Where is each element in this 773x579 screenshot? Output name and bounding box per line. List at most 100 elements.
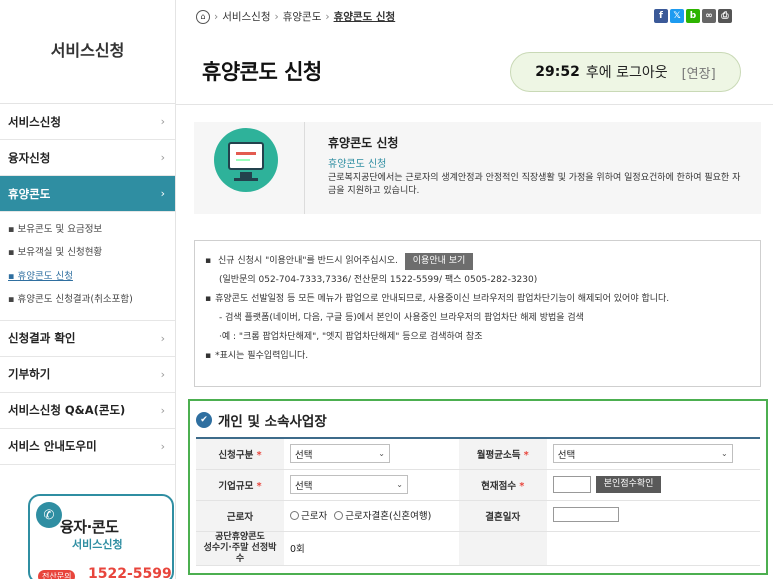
score-check-button[interactable]: 본인점수확인	[595, 476, 662, 493]
field-cell	[546, 531, 760, 566]
field-label: 공단휴양콘도 성수기·주말 선정박수	[196, 531, 284, 566]
field-cell: 선택 ⌄	[284, 438, 459, 470]
notice-line: ·예 : "크롬 팝업차단해제", "엣지 팝업차단해제" 등으로 검색하여 참…	[219, 332, 483, 342]
service-banner[interactable]: ✆ 융자·콘도 서비스신청 전산문의 1522-5599	[28, 494, 174, 579]
chevron-right-icon: ›	[160, 115, 165, 128]
sidebar-item-result-check[interactable]: 신청결과 확인 ›	[0, 321, 175, 357]
field-label: 근로자	[196, 500, 284, 532]
notice-line: 신규 신청시 "이용안내"를 반드시 읽어주십시오. 이용안내 보기	[205, 252, 750, 271]
notice-text: 휴양콘도 선발일정 등 모든 메뉴가 팝업으로 안내되므로, 사용중이신 브라우…	[215, 294, 670, 304]
notice-line: 휴양콘도 선발일정 등 모든 메뉴가 팝업으로 안내되므로, 사용중이신 브라우…	[205, 290, 750, 309]
intro-description: 근로복지공단에서는 근로자의 생계안정과 안정적인 직장생활 및 가정을 위하여…	[328, 173, 741, 196]
sidebar-item-label: 서비스 안내도우미	[8, 439, 97, 454]
logout-timer: 29:52 후에 로그아웃 [연장]	[510, 52, 741, 92]
field-cell: 근로자 근로자결혼(신혼여행)	[284, 500, 459, 532]
phone-icon: ✆	[36, 502, 62, 528]
title-divider	[176, 104, 773, 105]
sidebar-item-label: 신청결과 확인	[8, 331, 76, 346]
breadcrumb-separator: ›	[325, 10, 330, 23]
chevron-down-icon: ⌄	[378, 449, 385, 459]
sidebar-item-label: 융자신청	[8, 150, 51, 165]
submenu-item-condo-apply[interactable]: ▪ 휴양콘도 신청	[0, 267, 175, 290]
sidebar: 서비스신청 서비스신청 › 융자신청 › 휴양콘도 › ▪ 보유콘도 및 요금정…	[0, 0, 176, 579]
banner-subtitle: 서비스신청	[72, 538, 123, 551]
intro-subheading: 휴양콘도 신청	[328, 159, 387, 170]
notice-contact: (일반문의 052-704-7333,7336/ 전산문의 1522-5599/…	[219, 275, 538, 285]
submenu-label: 휴양콘도 신청결과(취소포함)	[17, 294, 133, 306]
chevron-down-icon[interactable]: ✔	[196, 412, 212, 428]
table-row: 근로자 근로자 근로자결혼(신혼여행) 결혼일자	[196, 500, 760, 532]
chevron-right-icon: ›	[160, 439, 165, 453]
chevron-down-icon: ⌄	[396, 480, 403, 489]
intro-heading: 휴양콘도 신청	[328, 136, 399, 150]
x-twitter-icon[interactable]: 𝕏	[670, 9, 684, 23]
sidebar-item-service-apply[interactable]: 서비스신청 ›	[0, 104, 175, 140]
wedding-date-input[interactable]	[552, 506, 619, 522]
sidebar-item-guide-helper[interactable]: 서비스 안내도우미 ›	[0, 429, 175, 465]
field-label: 기업규모 *	[196, 469, 284, 501]
income-select[interactable]: 선택 ⌄	[552, 444, 733, 464]
sidebar-item-condo[interactable]: 휴양콘도 ›	[0, 176, 175, 212]
monitor-icon	[214, 128, 278, 192]
notice-line: *표시는 필수입력입니다.	[205, 347, 750, 366]
field-cell: 본인점수확인	[546, 469, 760, 501]
submenu-item-condo-result[interactable]: ▪ 휴양콘도 신청결과(취소포함)	[0, 290, 175, 313]
field-cell	[546, 500, 760, 532]
facebook-icon[interactable]: f	[654, 9, 668, 23]
submenu-label: 보유객실 및 신청현황	[17, 247, 103, 259]
sidebar-title-text: 서비스신청	[50, 40, 125, 60]
sidebar-item-loan[interactable]: 융자신청 ›	[0, 140, 175, 176]
sidebar-item-label: 서비스신청	[8, 114, 61, 129]
sidebar-item-qna[interactable]: 서비스신청 Q&A(콘도) ›	[0, 393, 175, 429]
guide-view-button[interactable]: 이용안내 보기	[404, 253, 474, 270]
table-row: 기업규모 * 선택 ⌄ 현재점수 * 본인점수확인	[196, 469, 760, 501]
banner-tag: 전산문의	[38, 570, 76, 579]
submenu-label: 휴양콘도 신청	[17, 270, 73, 282]
submenu-label: 보유콘도 및 요금정보	[17, 224, 103, 235]
sidebar-item-donate[interactable]: 기부하기 ›	[0, 357, 175, 393]
worker-radio[interactable]: 근로자	[290, 508, 327, 522]
chevron-right-icon: ›	[160, 367, 165, 381]
sidebar-item-label: 기부하기	[8, 367, 51, 382]
share-icons: f 𝕏 b ∞ ⎙	[654, 9, 732, 23]
home-icon[interactable]: ⌂	[196, 9, 210, 24]
worker-wedding-radio[interactable]: 근로자결혼(신혼여행)	[334, 508, 431, 522]
field-cell: 선택 ⌄	[546, 438, 760, 470]
chevron-right-icon: ›	[160, 403, 165, 417]
notice-line: - 검색 플랫폼(네이버, 다음, 구글 등)에서 본인이 사용중인 브라우저의…	[219, 313, 584, 323]
extend-session-button[interactable]: [연장]	[682, 63, 716, 82]
banner-phone: 1522-5599	[88, 566, 172, 579]
breadcrumb-item[interactable]: 서비스신청	[222, 9, 270, 24]
form-section-header: ✔ 개인 및 소속사업장	[196, 410, 760, 430]
field-label	[458, 531, 547, 566]
field-cell: 선택 ⌄	[284, 469, 459, 501]
field-cell: 0회	[284, 531, 459, 566]
submenu-item-room-status[interactable]: ▪ 보유객실 및 신청현황	[0, 243, 175, 266]
breadcrumb-separator: ›	[214, 10, 219, 23]
table-row: 신청구분 * 선택 ⌄ 월평균소득 * 선택 ⌄	[196, 438, 760, 470]
banner-title: 융자·콘도	[60, 518, 119, 536]
print-icon[interactable]: ⎙	[718, 9, 732, 23]
intro-divider	[304, 122, 305, 214]
intro-box: 휴양콘도 신청 휴양콘도 신청 근로복지공단에서는 근로자의 생계안정과 안정적…	[194, 122, 761, 214]
chevron-down-icon: ⌄	[721, 449, 728, 459]
page-title: 휴양콘도 신청	[202, 60, 322, 84]
company-size-select[interactable]: 선택 ⌄	[290, 475, 408, 494]
field-label: 현재점수 *	[458, 469, 547, 501]
breadcrumb: ⌂ › 서비스신청 › 휴양콘도 › 휴양콘도 신청	[196, 9, 395, 24]
notice-text: *표시는 필수입력입니다.	[215, 351, 309, 361]
apply-type-select[interactable]: 선택 ⌄	[290, 444, 390, 464]
sidebar-item-label: 휴양콘도	[8, 186, 51, 201]
timer-text: 후에 로그아웃	[585, 65, 668, 81]
score-field	[552, 476, 591, 493]
link-icon[interactable]: ∞	[702, 9, 716, 23]
notice-text: 신규 신청시 "이용안내"를 반드시 읽어주십시오.	[217, 256, 398, 266]
table-row: 공단휴양콘도 성수기·주말 선정박수 0회	[196, 531, 760, 566]
sidebar-title: 서비스신청	[0, 0, 175, 104]
submenu-item-condo-info[interactable]: ▪ 보유콘도 및 요금정보	[0, 220, 175, 243]
blog-icon[interactable]: b	[686, 9, 700, 23]
field-label: 월평균소득 *	[458, 438, 547, 470]
breadcrumb-current[interactable]: 휴양콘도 신청	[334, 9, 396, 24]
form-table: 신청구분 * 선택 ⌄ 월평균소득 * 선택 ⌄ 기업규모 * 선택 ⌄ 현재점수 *…	[196, 437, 760, 566]
breadcrumb-item[interactable]: 휴양콘도	[283, 9, 322, 24]
